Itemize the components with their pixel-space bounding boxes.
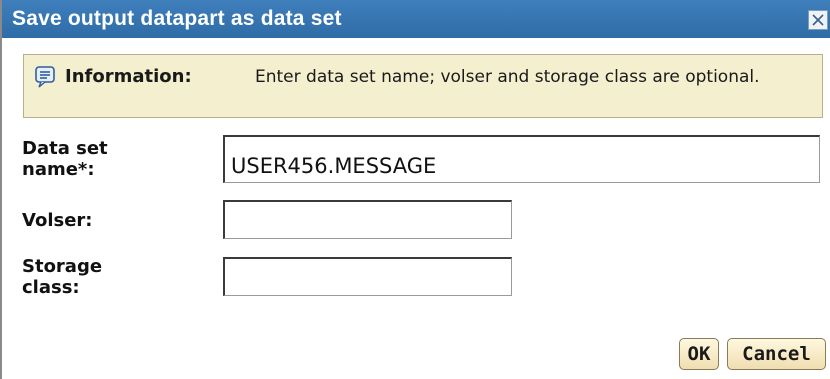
- information-box: Information: Enter data set name; volser…: [23, 54, 823, 118]
- ok-button[interactable]: OK: [679, 338, 719, 370]
- information-text: Enter data set name; volser and storage …: [255, 67, 760, 87]
- information-label: Information:: [65, 66, 192, 87]
- cancel-button[interactable]: Cancel: [727, 338, 826, 370]
- volser-input[interactable]: [223, 200, 512, 239]
- save-dataset-dialog: Save output datapart as data set Informa…: [0, 0, 830, 379]
- dsname-input[interactable]: [223, 135, 820, 183]
- volser-label: Volser:: [22, 210, 93, 231]
- close-icon: [812, 14, 824, 26]
- dialog-title: Save output datapart as data set: [12, 7, 342, 30]
- message-icon: [35, 66, 55, 88]
- dsname-label: Data set name*:: [22, 138, 108, 180]
- storage-class-label: Storage class:: [22, 256, 103, 298]
- dialog-titlebar[interactable]: Save output datapart as data set: [2, 0, 830, 38]
- storage-class-input[interactable]: [223, 257, 512, 296]
- close-button[interactable]: [808, 10, 828, 30]
